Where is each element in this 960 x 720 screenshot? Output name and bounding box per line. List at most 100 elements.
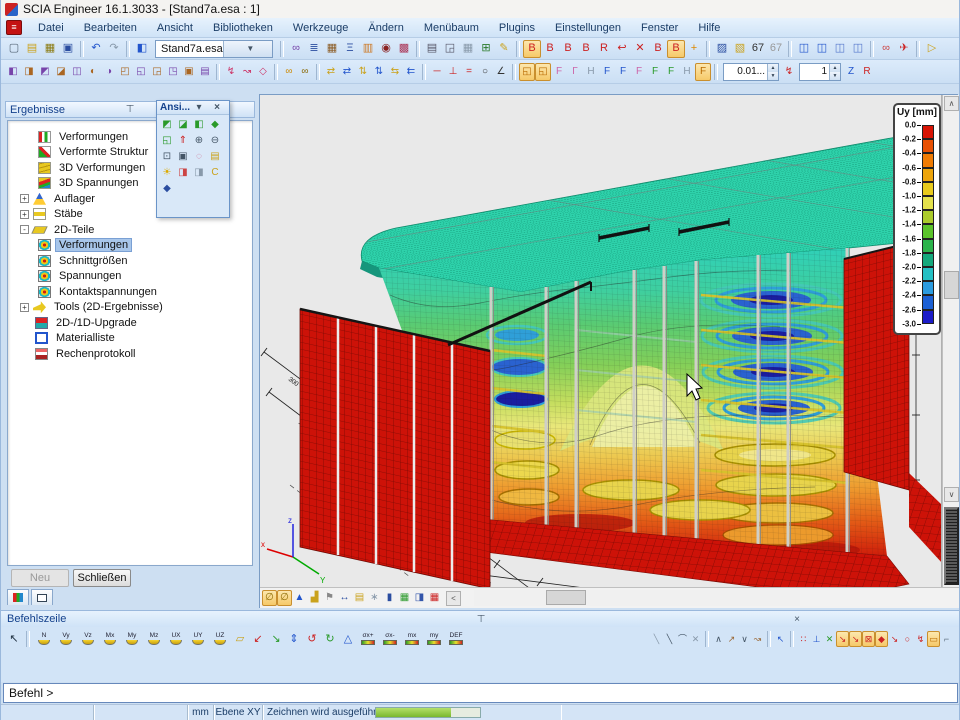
tree-item[interactable]: Rechenprotokoll	[8, 346, 252, 362]
tree-item[interactable]: Kontaktspannungen	[8, 284, 252, 300]
grid-step-spinner[interactable]: 0.01...▲▼	[723, 63, 779, 81]
close-icon[interactable]: ×	[639, 614, 955, 625]
snap-off-icon[interactable]: ✕	[689, 631, 702, 647]
shading-toggle-icon[interactable]: ∅	[262, 590, 277, 606]
support-x-icon[interactable]: ↙	[249, 630, 267, 648]
print-icon[interactable]: ▤	[423, 40, 441, 58]
snap-curve-icon[interactable]: ↝	[751, 631, 764, 647]
menu-werkzeuge[interactable]: Werkzeuge	[283, 20, 358, 36]
export-model-icon[interactable]: ▷	[923, 40, 941, 58]
save-screenshot-icon[interactable]: ▨	[713, 40, 731, 58]
light-icon[interactable]: ☀	[159, 165, 175, 181]
menu-bearbeiten[interactable]: Bearbeiten	[74, 20, 147, 36]
menu-fenster[interactable]: Fenster	[631, 20, 688, 36]
layer-fs-icon[interactable]: F	[615, 63, 631, 81]
window-cascade-icon[interactable]: ◫	[813, 40, 831, 58]
deselect-all-icon[interactable]: ✕	[631, 40, 649, 58]
copy-members-icon[interactable]: ⇅	[371, 63, 387, 81]
tree-item[interactable]: Schnittgrößen	[8, 253, 252, 269]
snap-node-icon[interactable]: ◆	[875, 631, 888, 647]
menu-ansicht[interactable]: Ansicht	[147, 20, 203, 36]
parallel-tool-icon[interactable]: =	[461, 63, 477, 81]
tab-properties[interactable]	[7, 589, 29, 605]
ruler-icon[interactable]: R	[859, 63, 875, 81]
view-x-icon[interactable]: ◩	[159, 117, 175, 133]
filter-off-icon[interactable]: 67	[767, 40, 785, 58]
status-unit[interactable]: mm	[188, 705, 214, 720]
tree-item[interactable]: Materialliste	[8, 331, 252, 347]
measure-icon[interactable]: ⌐	[940, 631, 953, 647]
clipboard-icon[interactable]: ▥	[359, 40, 377, 58]
layer-fr-icon[interactable]: F	[599, 63, 615, 81]
horizontal-scrollbar[interactable]	[474, 590, 800, 606]
view-axo-icon[interactable]: ◆	[207, 117, 223, 133]
layer-f2-icon[interactable]: ◱	[535, 63, 551, 81]
command-panel-header[interactable]: Befehlszeile ⊤ ×	[1, 610, 960, 627]
move-nodes-icon[interactable]: ⇄	[323, 63, 339, 81]
tree-expander-icon[interactable]: +	[20, 194, 29, 203]
dimension-toggle-icon[interactable]: ↔	[337, 590, 352, 606]
select-move-icon[interactable]: B	[649, 40, 667, 58]
xml-io-icon[interactable]: Ξ	[341, 40, 359, 58]
tree-expander-icon[interactable]: +	[20, 210, 29, 219]
menu-einstellungen[interactable]: Einstellungen	[545, 20, 631, 36]
angle-tool-icon[interactable]: ∠	[493, 63, 509, 81]
wireframe-toggle-icon[interactable]: ∅	[277, 590, 292, 606]
calculator-icon[interactable]: ▦	[323, 40, 341, 58]
project-manager-icon[interactable]: ◧	[133, 40, 151, 58]
results-diagram-icon[interactable]: ▟	[307, 590, 322, 606]
vertical-scrollbar[interactable]: ∧ ∨	[942, 95, 959, 587]
snap-direction-icon[interactable]: ↗	[725, 631, 738, 647]
moment-my-icon[interactable]: my	[423, 630, 445, 648]
zoom-window-icon[interactable]: ⊡	[159, 149, 175, 165]
center-view-icon[interactable]: +	[685, 40, 703, 58]
snap-tangent-icon[interactable]: ↘	[888, 631, 901, 647]
display-slabs-icon[interactable]: ◫	[69, 63, 85, 81]
supports-toggle-icon[interactable]: ▲	[292, 590, 307, 606]
polyline-tool-icon[interactable]: ↯	[223, 63, 239, 81]
region-tool-icon[interactable]: ◇	[255, 63, 271, 81]
tree-item[interactable]: Spannungen	[8, 269, 252, 285]
deformation-icon[interactable]: DEF	[445, 630, 467, 648]
display-sections-icon[interactable]: ◩	[37, 63, 53, 81]
menu-bibliotheken[interactable]: Bibliotheken	[203, 20, 283, 36]
snap-zigzag-icon[interactable]: ↯	[914, 631, 927, 647]
ortho-icon[interactable]: ⊥	[810, 631, 823, 647]
menu-plugins[interactable]: Plugins	[489, 20, 545, 36]
result-vz-icon[interactable]: Vz	[77, 630, 99, 648]
result-mz-icon[interactable]: Mz	[143, 630, 165, 648]
display-members-icon[interactable]: ◧	[5, 63, 21, 81]
display-loads-icon[interactable]: ◱	[133, 63, 149, 81]
rotation-y-icon[interactable]: ↻	[321, 630, 339, 648]
new-project-icon[interactable]: ▢	[5, 40, 23, 58]
select-rotate-icon[interactable]: B	[541, 40, 559, 58]
layer-f4-icon[interactable]: Γ	[567, 63, 583, 81]
stress-sx-minus-icon[interactable]: σx-	[379, 630, 401, 648]
axes-toggle-icon[interactable]: ∗	[367, 590, 382, 606]
close-icon[interactable]: ×	[208, 102, 226, 113]
snap-line-2-icon[interactable]: ╲	[663, 631, 676, 647]
scale-spinner[interactable]: 1▲▼	[799, 63, 841, 81]
node-pair-off-icon[interactable]: ∞	[297, 63, 313, 81]
stress-sx-plus-icon[interactable]: σx+	[357, 630, 379, 648]
layer-fg2-icon[interactable]: F	[663, 63, 679, 81]
view-toolbar[interactable]: Ansi... ▾ × ◩◪◧◆◱⇑⊕⊖⊡▣◌▤☀◨◨C◆	[156, 100, 230, 218]
undo-icon[interactable]: ↶	[87, 40, 105, 58]
chevron-down-icon[interactable]: ▾	[190, 102, 208, 113]
layer-fo-icon[interactable]: F	[695, 63, 711, 81]
pin-icon[interactable]: ⊤	[323, 614, 639, 625]
save-all-icon[interactable]: ▦	[41, 40, 59, 58]
select-back-icon[interactable]: ↩	[613, 40, 631, 58]
filter-on-icon[interactable]: 67	[749, 40, 767, 58]
redo-icon[interactable]: ↷	[105, 40, 123, 58]
select-add-icon[interactable]: B	[523, 40, 541, 58]
copy-nodes-icon[interactable]: ⇄	[339, 63, 355, 81]
move-members-icon[interactable]: ⇅	[355, 63, 371, 81]
view-toolbar-header[interactable]: Ansi... ▾ ×	[157, 101, 229, 115]
snap-endpoint-icon[interactable]: ↘	[836, 631, 849, 647]
snap-peak-icon[interactable]: ∧	[712, 631, 725, 647]
snap-arc-icon[interactable]: ⌒	[676, 631, 689, 647]
calc-info-icon[interactable]: ▦	[397, 590, 412, 606]
tree-item[interactable]: 2D-/1D-Upgrade	[8, 315, 252, 331]
window-tile-icon[interactable]: ◫	[795, 40, 813, 58]
